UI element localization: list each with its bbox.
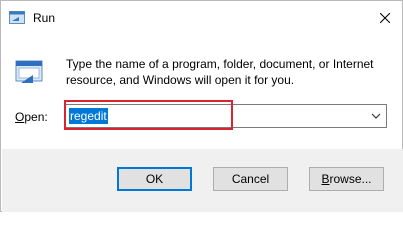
chevron-down-icon[interactable] bbox=[370, 110, 382, 122]
annotation-highlight-box bbox=[64, 100, 233, 130]
open-label: Open: bbox=[15, 110, 48, 124]
run-dialog: Run Type the name of a program, folder, … bbox=[0, 0, 403, 212]
window-title: Run bbox=[33, 11, 56, 25]
title-bar[interactable]: Run bbox=[1, 1, 402, 35]
browse-button[interactable]: Browse... bbox=[309, 167, 384, 191]
ok-button[interactable]: OK bbox=[117, 167, 192, 191]
run-icon bbox=[9, 11, 25, 24]
close-icon bbox=[380, 13, 390, 23]
close-button[interactable] bbox=[374, 8, 396, 28]
instructions-text: Type the name of a program, folder, docu… bbox=[66, 57, 374, 87]
run-app-icon bbox=[15, 60, 43, 83]
cancel-button[interactable]: Cancel bbox=[213, 167, 288, 191]
